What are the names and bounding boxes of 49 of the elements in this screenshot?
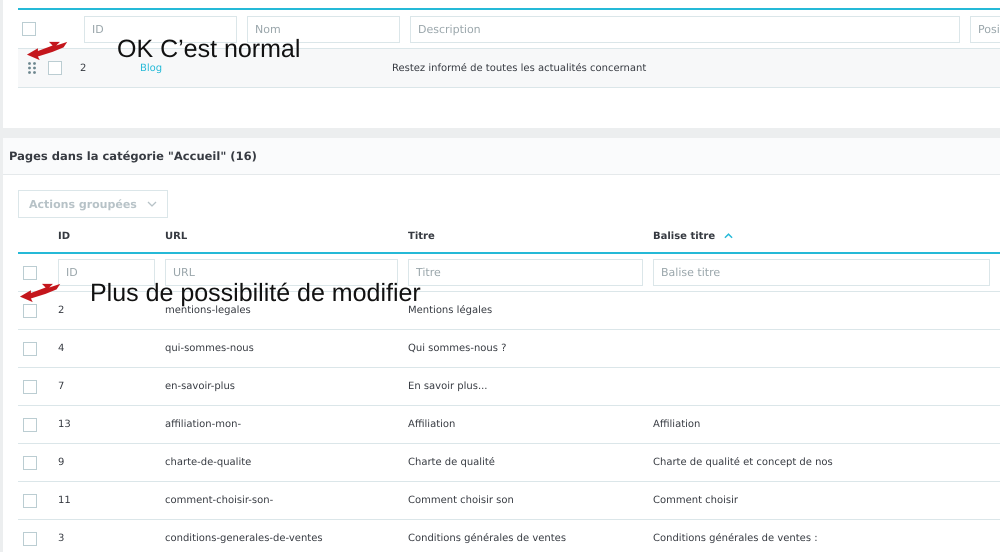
table-cell-text: Conditions générales de ventes [408, 533, 568, 544]
checkbox[interactable] [23, 494, 37, 508]
table-cell-text: 2 [80, 62, 88, 74]
table-cell-text: en-savoir-plus [165, 381, 236, 392]
table-cell-text: conditions-generales-de-ventes [165, 533, 324, 544]
table-cell-text: En savoir plus... [408, 381, 488, 392]
column-header[interactable]: URL [165, 230, 188, 242]
checkbox[interactable] [23, 342, 37, 356]
drag-handle-icon[interactable] [28, 62, 36, 74]
checkbox[interactable] [23, 380, 37, 394]
table-cell-text: Affiliation [408, 419, 456, 430]
checkbox[interactable] [23, 418, 37, 432]
checkbox[interactable] [23, 456, 37, 470]
table-cell: Restez informé de toutes les actualités concernant [392, 62, 646, 74]
checkbox[interactable] [48, 61, 62, 75]
filter-field[interactable]: Balise titre [653, 259, 990, 286]
table-cell-text: 2 [58, 305, 66, 316]
filter-field[interactable]: Posi [970, 16, 1000, 42]
table-cell-text: charte-de-qualite [165, 457, 252, 468]
checkbox[interactable] [23, 304, 37, 318]
panel-title: Pages dans la catégorie "Accueil" (16) [9, 149, 257, 163]
table-cell-text: affiliation-mon- [165, 419, 242, 430]
checkbox[interactable] [22, 22, 36, 36]
table-cell-text: Qui sommes-nous ? [408, 343, 508, 354]
sort-ascending-icon[interactable] [724, 233, 734, 239]
table-cell-text: 9 [58, 457, 66, 468]
table-cell-text: comment-choisir-son- [165, 495, 274, 506]
column-header[interactable]: Balise titre [653, 230, 716, 242]
filter-field[interactable]: Description [410, 16, 960, 42]
table-cell-text: Conditions générales de ventes : [653, 533, 819, 544]
table-cell-text: Affiliation [653, 419, 702, 430]
table-cell-text: Charte de qualité [408, 457, 496, 468]
table-cell-text: Comment choisir son [408, 495, 515, 506]
chevron-down-icon [146, 201, 157, 207]
checkbox[interactable] [23, 266, 37, 280]
table-cell-text: qui-sommes-nous [165, 343, 255, 354]
table-cell-text: Charte de qualité et concept de nos [653, 457, 834, 468]
table-cell-text: 4 [58, 343, 66, 354]
checkbox[interactable] [23, 532, 37, 546]
filter-field[interactable]: Titre [408, 259, 643, 286]
table-cell-text: 3 [58, 533, 66, 544]
table-cell-text: 13 [58, 419, 72, 430]
table-cell-text: Mentions légales [408, 305, 494, 316]
table-cell-text: mentions-legales [165, 305, 251, 316]
column-header[interactable]: Titre [408, 230, 435, 242]
column-header[interactable]: ID [58, 230, 70, 242]
table-cell-text: 11 [58, 495, 72, 506]
table-cell-text: 7 [58, 381, 66, 392]
table-cell-text: Comment choisir [653, 495, 740, 506]
